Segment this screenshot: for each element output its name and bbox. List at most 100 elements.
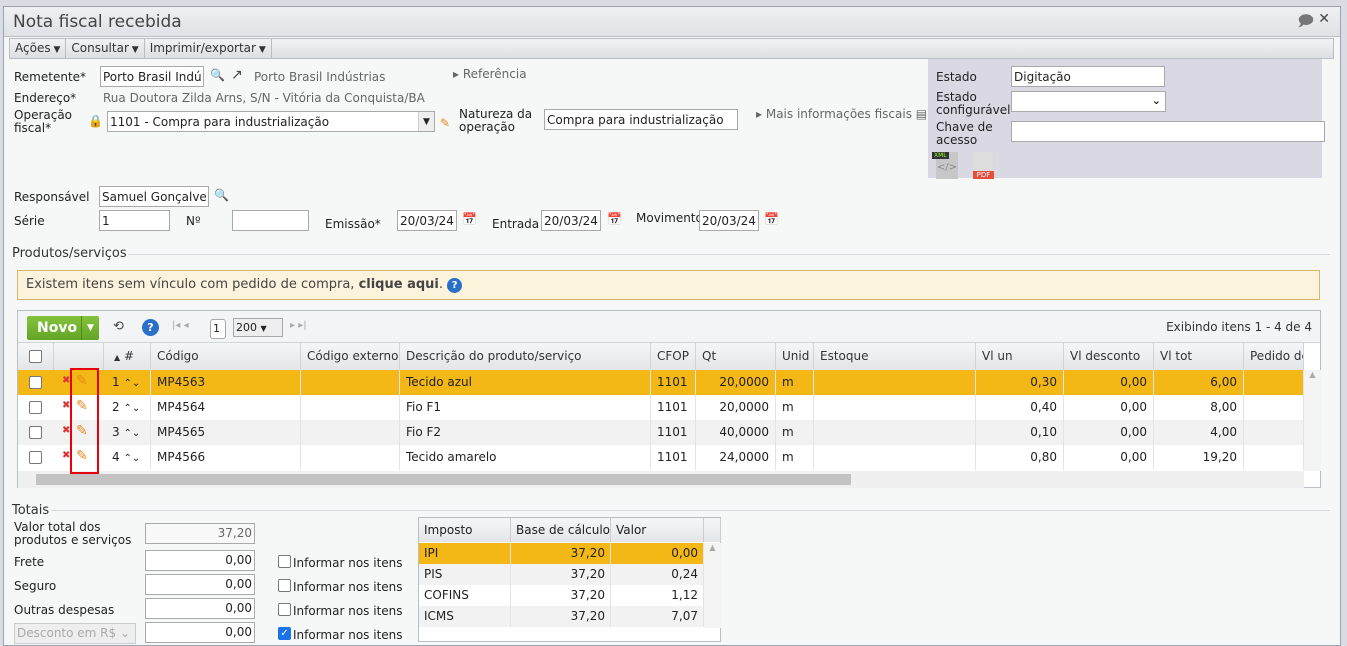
scrollbar-thumb[interactable] <box>36 474 851 485</box>
horizontal-scrollbar[interactable] <box>18 471 1304 488</box>
first-page-icon[interactable]: |◂ ◂ <box>172 320 189 331</box>
tax-cell-valor: 0,00 <box>611 543 704 564</box>
menu-imprimir-exportar[interactable]: Imprimir/exportar <box>145 39 272 58</box>
responsavel-input[interactable] <box>99 186 209 207</box>
xml-icon[interactable]: </> XML <box>932 152 958 179</box>
novo-button[interactable]: Novo ▼ <box>27 316 99 340</box>
chat-icon[interactable]: 🗩 <box>1297 11 1314 36</box>
column-header[interactable]: Vl tot <box>1154 343 1244 370</box>
search-icon[interactable]: 🔍 <box>210 68 225 82</box>
move-down-icon[interactable]: ⌄ <box>132 453 140 464</box>
estado-configuravel-label: Estado configurável <box>936 91 1010 117</box>
chave-input[interactable] <box>1011 121 1325 142</box>
external-link-icon[interactable]: ↗ <box>231 67 243 83</box>
column-header[interactable]: Código <box>151 343 301 370</box>
pdf-icon[interactable]: PDF <box>973 152 994 179</box>
close-icon[interactable]: ✕ <box>1318 11 1330 27</box>
table-row[interactable]: ✖ ✎ 1 ⌃⌄ MP4563 Tecido azul 1101 20,0000 m 0,30 0… <box>18 370 1304 395</box>
informar-checkbox[interactable] <box>278 555 291 568</box>
column-header-label: Vl tot <box>1160 349 1193 363</box>
column-header[interactable]: Descrição do produto/serviço <box>400 343 651 370</box>
movimento-input[interactable] <box>699 210 759 231</box>
table-row[interactable]: ✖ ✎ 2 ⌃⌄ MP4564 Fio F1 1101 20,0000 m 0,40 0,00 8,… <box>18 395 1304 420</box>
menu-acoes[interactable]: Ações <box>10 39 67 58</box>
frete-input[interactable]: 0,00 <box>145 550 255 571</box>
search-icon[interactable]: 🔍 <box>214 188 229 202</box>
tax-row[interactable]: ICMS 37,20 7,07 <box>419 606 704 627</box>
column-header[interactable]: Pedido de <box>1244 343 1304 370</box>
page-size-select[interactable]: 200 ▼ <box>233 318 283 337</box>
informar-checkbox[interactable]: ✓ <box>278 627 291 640</box>
table-row[interactable]: ✖ ✎ 4 ⌃⌄ MP4566 Tecido amarelo 1101 24,0000 m 0,… <box>18 445 1304 470</box>
table-row[interactable]: ✖ ✎ 3 ⌃⌄ MP4565 Fio F2 1101 40,0000 m 0,10 0,00 4,… <box>18 420 1304 445</box>
move-up-icon[interactable]: ⌃ <box>123 378 131 389</box>
movimento-label: Movimento <box>636 211 703 225</box>
tax-vertical-scrollbar[interactable]: ▲ <box>704 543 721 628</box>
desconto-type-select[interactable]: Desconto em R$ ⌄ <box>14 623 136 644</box>
column-header[interactable]: Vl un <box>976 343 1064 370</box>
remetente-input[interactable] <box>100 66 204 87</box>
column-header[interactable]: Estoque <box>814 343 976 370</box>
move-up-icon[interactable]: ⌃ <box>123 453 131 464</box>
page-input[interactable]: 1 <box>210 319 226 339</box>
lock-icon: 🔒 <box>88 114 103 128</box>
referencia-toggle[interactable]: ▸ Referência <box>453 67 527 81</box>
move-down-icon[interactable]: ⌄ <box>132 378 140 389</box>
vertical-scrollbar[interactable]: ▲ <box>1304 370 1321 471</box>
move-up-icon[interactable]: ⌃ <box>123 428 131 439</box>
warning-link[interactable]: clique aqui <box>359 277 439 292</box>
help-icon[interactable]: ? <box>142 319 159 336</box>
mais-info-toggle[interactable]: ▸ Mais informações fiscais ▤ <box>756 107 927 121</box>
help-icon[interactable]: ? <box>447 278 463 293</box>
estado-configuravel-select[interactable]: ⌄ <box>1011 91 1166 112</box>
column-header[interactable]: Qt <box>696 343 776 370</box>
column-header[interactable]: Unid <box>776 343 814 370</box>
pencil-icon[interactable]: ✎ <box>440 116 450 130</box>
refresh-icon[interactable]: ⟲ <box>113 319 124 334</box>
menu-consultar[interactable]: Consultar <box>66 39 145 58</box>
tax-row[interactable]: COFINS 37,20 1,12 <box>419 585 704 606</box>
tax-row[interactable]: PIS 37,20 0,24 <box>419 564 704 585</box>
numero-input[interactable] <box>232 210 309 231</box>
column-header[interactable]: ▲ # <box>104 343 151 370</box>
move-up-icon[interactable]: ⌃ <box>123 403 131 414</box>
cell-estoque <box>814 420 976 445</box>
row-number: 2 <box>112 400 120 414</box>
row-checkbox[interactable] <box>29 401 42 414</box>
select-all-checkbox[interactable] <box>29 350 42 363</box>
column-header[interactable]: Vl desconto <box>1064 343 1154 370</box>
estado-input[interactable] <box>1011 66 1165 87</box>
serie-input[interactable] <box>99 210 170 231</box>
calendar-icon[interactable]: 📅 <box>607 212 622 226</box>
column-header-label: Código <box>157 349 199 363</box>
operacao-select[interactable]: 1101 - Compra para industrialização ▼ <box>107 111 435 132</box>
tax-row[interactable]: IPI 37,20 0,00 <box>419 543 704 564</box>
calendar-icon[interactable]: 📅 <box>462 212 477 226</box>
emissao-input[interactable] <box>397 210 457 231</box>
next-page-icon[interactable]: ▸ ▸| <box>290 320 307 331</box>
natureza-input[interactable] <box>544 109 738 130</box>
tax-column-header[interactable]: Base de cálculo <box>511 518 611 542</box>
row-checkbox[interactable] <box>29 376 42 389</box>
informar-checkbox[interactable] <box>278 579 291 592</box>
row-checkbox[interactable] <box>29 451 42 464</box>
cell-vldesc: 0,00 <box>1064 445 1154 470</box>
informar-label: Informar nos itens <box>293 556 403 570</box>
column-header[interactable]: CFOP <box>651 343 696 370</box>
entrada-input[interactable] <box>541 210 601 231</box>
column-header[interactable]: Código externo <box>301 343 400 370</box>
tax-column-header[interactable]: Imposto <box>419 518 511 542</box>
calendar-icon[interactable]: 📅 <box>764 212 779 226</box>
seguro-input[interactable]: 0,00 <box>145 574 255 595</box>
row-checkbox[interactable] <box>29 426 42 439</box>
sort-asc-icon: ▲ <box>114 353 121 362</box>
move-down-icon[interactable]: ⌄ <box>132 428 140 439</box>
informar-checkbox[interactable] <box>278 603 291 616</box>
move-down-icon[interactable]: ⌄ <box>132 403 140 414</box>
desconto-input[interactable]: 0,00 <box>145 622 255 643</box>
chevron-down-icon[interactable]: ▼ <box>81 316 99 340</box>
tax-column-header[interactable]: Valor <box>611 518 704 542</box>
outras-input[interactable]: 0,00 <box>145 598 255 619</box>
remetente-link[interactable]: Porto Brasil Indústrias <box>254 70 385 84</box>
select-all-header[interactable] <box>18 343 54 370</box>
